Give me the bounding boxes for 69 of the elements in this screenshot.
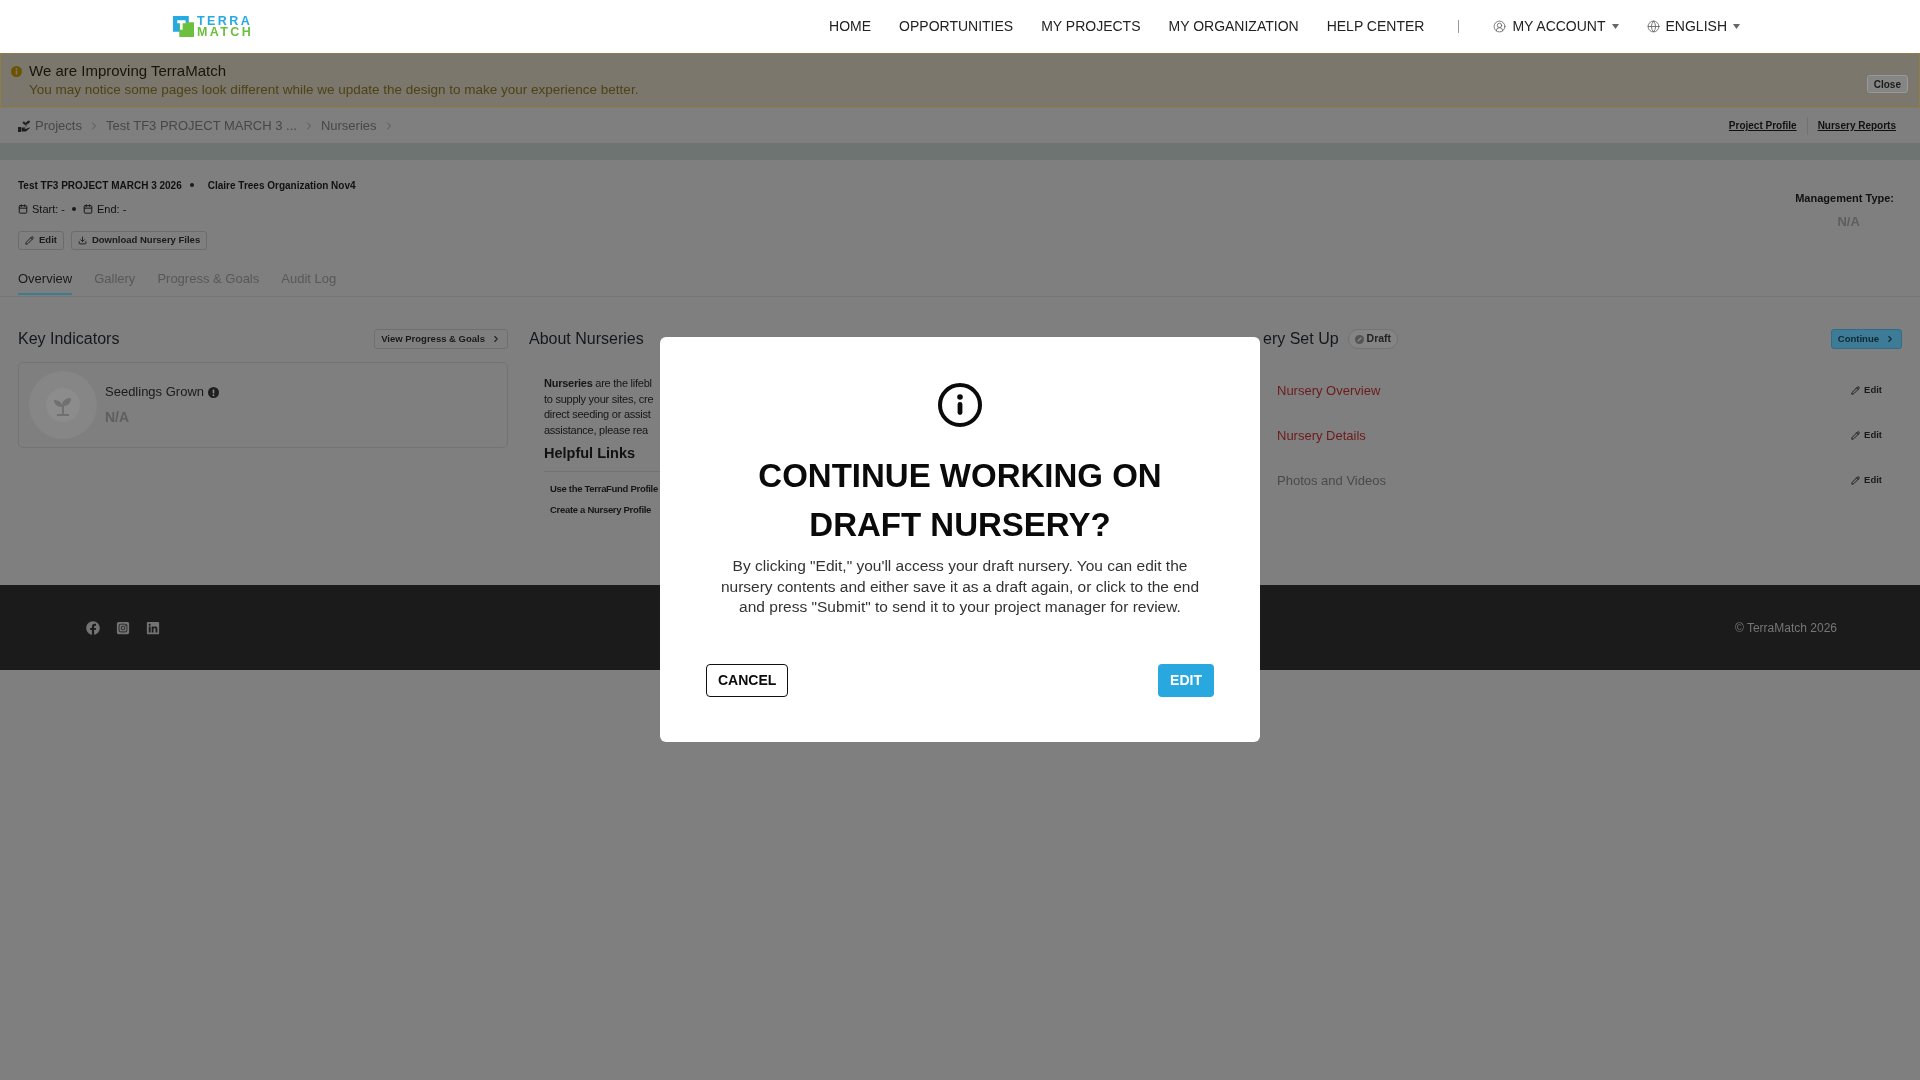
about-paragraph: Nurseries are the lifebl to supply your sites, cre direct seeding or assist assistance, please rea [544, 376, 654, 438]
section-title: ery Set Up [1263, 329, 1339, 349]
continue-button[interactable]: Continue [1830, 329, 1902, 349]
status-label: Draft [1366, 331, 1392, 347]
tree-logo-icon [173, 16, 194, 37]
indicator-label: Seedlings Grown [105, 383, 204, 402]
instagram-icon[interactable] [116, 620, 130, 635]
chevron-right-icon [1885, 334, 1895, 344]
helpful-links-title: Helpful Links [544, 444, 636, 463]
calendar-icon [83, 204, 93, 214]
step-label: Nursery Details [1277, 426, 1366, 445]
hand-sprout-icon [18, 119, 30, 132]
download-icon [77, 236, 87, 245]
project-name: Test TF3 PROJECT MARCH 3 2026 [18, 178, 182, 193]
linkedin-icon[interactable] [146, 620, 160, 635]
end-date: End: - [97, 201, 127, 217]
cancel-button[interactable]: CANCEL [706, 664, 789, 697]
edit-button[interactable]: EDIT [1158, 664, 1214, 697]
sprout-icon [29, 371, 97, 439]
notice-message: You may notice some pages look different while we update the design to make your experience better. [29, 81, 639, 99]
dialog-title: CONTINUE WORKING ON DRAFT NURSERY? [757, 456, 1163, 545]
breadcrumb-link[interactable]: Nurseries [320, 115, 377, 136]
logo-word: TERRA [197, 15, 254, 27]
pencil-icon [1851, 431, 1861, 440]
pencil-icon [1851, 386, 1861, 395]
page-link[interactable]: Project Profile [1728, 118, 1797, 133]
edit-button[interactable]: Edit [1851, 383, 1882, 398]
chevron-right-icon [491, 334, 501, 344]
logo-word: MATCH [197, 26, 254, 38]
info-icon [11, 66, 22, 77]
edit-button[interactable]: Edit [1851, 473, 1882, 488]
nav-link[interactable]: MY PROJECTS [1041, 16, 1141, 37]
exclamation-icon [208, 386, 219, 398]
language-menu-button[interactable]: ENGLISH [1646, 16, 1740, 37]
tab[interactable]: Overview [18, 270, 73, 295]
user-circle-icon [1493, 20, 1507, 33]
pencil-icon [25, 236, 34, 245]
organization-name: Claire Trees Organization Nov4 [207, 178, 356, 193]
section-title: About Nurseries [529, 329, 644, 349]
section-title: Key Indicators [18, 329, 120, 349]
dialog-message: By clicking "Edit," you'll access your draft nursery. You can edit the nursery contents and either save it as a draft again, or click to the end and press "Submit" to send it to your project manager for review. [719, 556, 1201, 617]
edit-button[interactable]: Edit [1851, 428, 1882, 443]
facebook-icon[interactable] [86, 620, 100, 635]
nav-link[interactable]: HELP CENTER [1326, 16, 1425, 37]
nav-link[interactable]: HOME [829, 16, 872, 37]
breadcrumb-link[interactable]: Projects [35, 115, 82, 136]
notice-title: We are Improving TerraMatch [29, 61, 228, 81]
calendar-icon [18, 204, 28, 214]
nav-link[interactable]: MY ORGANIZATION [1168, 16, 1299, 37]
download-button[interactable]: Download Nursery Files [70, 231, 208, 250]
globe-icon [1646, 20, 1660, 33]
caret-down-icon [1733, 24, 1740, 29]
pencil-icon [1851, 476, 1861, 485]
account-menu-button[interactable]: MY ACCOUNT [1493, 16, 1619, 37]
management-type-label: Management Type: [1795, 191, 1894, 206]
copyright-text: © TerraMatch 2026 [1735, 619, 1837, 637]
step-label: Nursery Overview [1277, 381, 1381, 400]
start-date: Start: - [32, 201, 65, 217]
info-icon [938, 383, 982, 427]
edit-button[interactable]: Edit [18, 231, 64, 250]
helpful-link[interactable]: Create a Nursery Profile [550, 502, 652, 517]
close-button[interactable]: Close [1866, 75, 1908, 93]
page-link[interactable]: Nursery Reports [1817, 118, 1896, 133]
nav-link[interactable]: OPPORTUNITIES [899, 16, 1014, 37]
view-progress-button[interactable]: View Progress & Goals [374, 329, 508, 349]
caret-down-icon [1611, 24, 1619, 29]
breadcrumb-link[interactable]: Test TF3 PROJECT MARCH 3 ... [105, 115, 297, 136]
helpful-link[interactable]: Use the TerraFund Profile [550, 481, 658, 496]
slash-circle-icon [1354, 334, 1364, 344]
